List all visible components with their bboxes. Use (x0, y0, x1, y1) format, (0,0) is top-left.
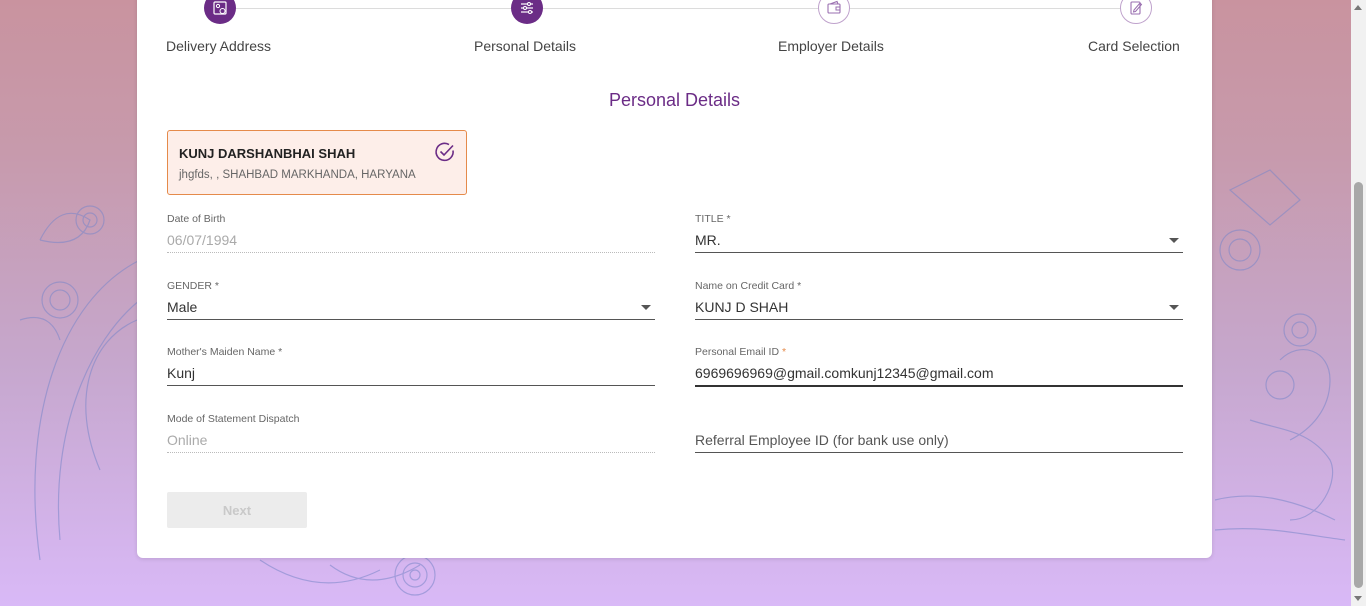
name-on-card-value[interactable]: KUNJ D SHAH (695, 299, 1183, 319)
edit-document-icon (1130, 1, 1143, 15)
personal-details-form-card: Delivery Address Personal Details Employ… (137, 0, 1212, 558)
selected-address-card[interactable]: KUNJ DARSHANBHAI SHAH jhgfds, , SHAHBAD … (167, 130, 467, 195)
step-card-selection[interactable] (1120, 0, 1152, 24)
personal-email-field[interactable]: Personal Email ID * 6969696969@gmail.com… (695, 346, 1183, 387)
gender-value[interactable]: Male (167, 299, 655, 319)
chevron-down-icon[interactable] (1169, 238, 1179, 243)
scroll-thumb[interactable] (1354, 182, 1363, 588)
name-on-card-select[interactable]: Name on Credit Card * KUNJ D SHAH (695, 280, 1183, 320)
scroll-down-icon[interactable] (1354, 596, 1362, 601)
referral-employee-id-field[interactable]: Referral Employee ID (for bank use only) (695, 413, 1183, 453)
scroll-up-icon[interactable] (1354, 5, 1362, 10)
mothers-maiden-name-input[interactable]: Kunj (167, 365, 655, 385)
chevron-down-icon[interactable] (641, 305, 651, 310)
step-delivery-address[interactable] (204, 0, 236, 24)
referral-employee-id-input[interactable]: Referral Employee ID (for bank use only) (695, 432, 1183, 452)
page-scrollbar[interactable] (1351, 0, 1366, 606)
date-of-birth-value: 06/07/1994 (167, 232, 238, 248)
address-text: jhgfds, , SHAHBAD MARKHANDA, HARYANA (179, 169, 416, 181)
title-label: TITLE * (695, 213, 731, 225)
step-employer-details[interactable] (818, 0, 850, 24)
address-holder-name: KUNJ DARSHANBHAI SHAH (179, 146, 356, 161)
statement-dispatch-label: Mode of Statement Dispatch (167, 413, 300, 425)
mothers-maiden-name-label: Mother's Maiden Name * (167, 346, 283, 358)
address-card-icon (213, 1, 227, 15)
section-title: Personal Details (608, 90, 741, 110)
gender-label: GENDER * (167, 280, 219, 292)
sliders-icon (521, 2, 533, 14)
gender-select[interactable]: GENDER * Male (167, 280, 655, 320)
step-label-employer-details: Employer Details (778, 38, 884, 54)
chevron-down-icon[interactable] (1169, 305, 1179, 310)
stepper-track (222, 8, 1137, 9)
mothers-maiden-name-field[interactable]: Mother's Maiden Name * Kunj (167, 346, 655, 386)
step-label-card-selection: Card Selection (1088, 38, 1180, 54)
date-of-birth-label: Date of Birth (167, 213, 226, 225)
step-label-personal-details: Personal Details (474, 38, 576, 54)
personal-email-input[interactable]: 6969696969@gmail.comkunj12345@gmail.com (695, 365, 1183, 385)
step-personal-details[interactable] (511, 0, 543, 24)
next-button[interactable]: Next (167, 492, 307, 528)
required-asterisk: * (779, 346, 787, 358)
check-circle-icon (435, 142, 454, 162)
title-value[interactable]: MR. (695, 232, 1183, 252)
name-on-card-label: Name on Credit Card * (695, 280, 802, 292)
statement-dispatch-field: Mode of Statement Dispatch Online (167, 413, 655, 453)
statement-dispatch-value: Online (167, 432, 208, 448)
wallet-icon (827, 0, 841, 14)
date-of-birth-field: Date of Birth 06/07/1994 (167, 213, 655, 253)
step-label-delivery-address: Delivery Address (166, 38, 272, 54)
title-select[interactable]: TITLE * MR. (695, 213, 1183, 253)
personal-email-label: Personal Email ID * (695, 346, 787, 358)
